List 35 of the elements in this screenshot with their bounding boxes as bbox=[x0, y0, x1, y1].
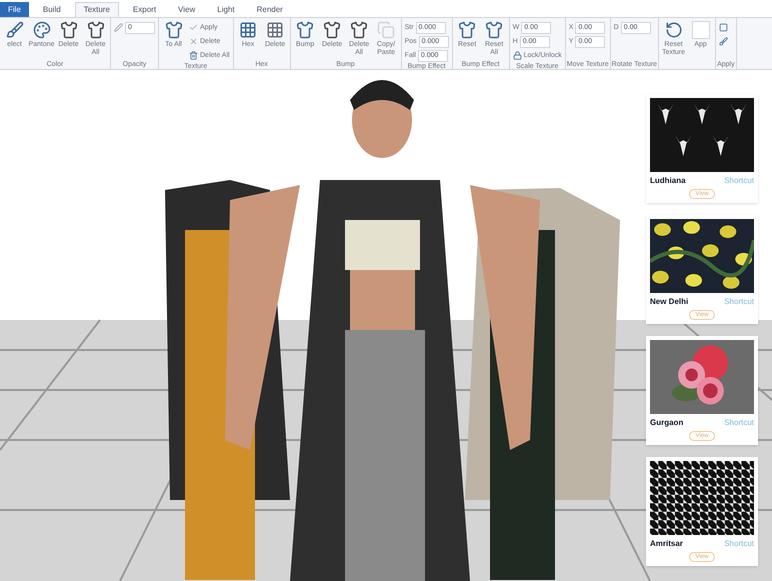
close-icon bbox=[189, 37, 198, 46]
shirt-icon bbox=[164, 21, 182, 39]
texture-name: New Delhi bbox=[650, 296, 688, 308]
shirt-icon bbox=[323, 21, 342, 39]
shirt-icon bbox=[60, 21, 78, 39]
brush-icon bbox=[719, 37, 728, 46]
trash-icon bbox=[189, 51, 198, 60]
ribbon-button[interactable] bbox=[719, 35, 728, 48]
brush-icon bbox=[6, 21, 24, 39]
ribbon-tab[interactable]: Build bbox=[34, 2, 69, 17]
shirt-icon bbox=[296, 21, 314, 39]
shirt-icon bbox=[86, 21, 104, 39]
ribbon-tab[interactable]: Export bbox=[124, 2, 164, 17]
check-icon bbox=[189, 23, 198, 32]
ribbon-tab[interactable]: Render bbox=[248, 2, 291, 17]
ribbon-tab[interactable]: Texture bbox=[74, 2, 119, 17]
file-tab[interactable]: File bbox=[0, 2, 29, 17]
blank-swatch-icon bbox=[692, 21, 710, 39]
texture-name: Ludhiana bbox=[650, 175, 686, 187]
lock-icon bbox=[512, 51, 522, 60]
texture-name: Gurgaon bbox=[650, 417, 684, 429]
shirt-icon bbox=[485, 21, 504, 39]
shirt-icon bbox=[350, 21, 368, 39]
grid-icon bbox=[266, 21, 284, 39]
reset-icon bbox=[664, 21, 683, 39]
square-icon bbox=[719, 23, 728, 32]
ribbon-tab[interactable]: View bbox=[170, 2, 204, 17]
texture-name: Amritsar bbox=[650, 538, 683, 550]
grid-icon bbox=[239, 21, 258, 39]
ribbon-tab[interactable]: Light bbox=[209, 2, 243, 17]
ribbon-button[interactable] bbox=[719, 21, 728, 34]
pen-icon bbox=[114, 23, 123, 32]
palette-icon bbox=[32, 21, 50, 39]
copy-icon bbox=[377, 21, 396, 39]
shirt-icon bbox=[458, 21, 476, 39]
